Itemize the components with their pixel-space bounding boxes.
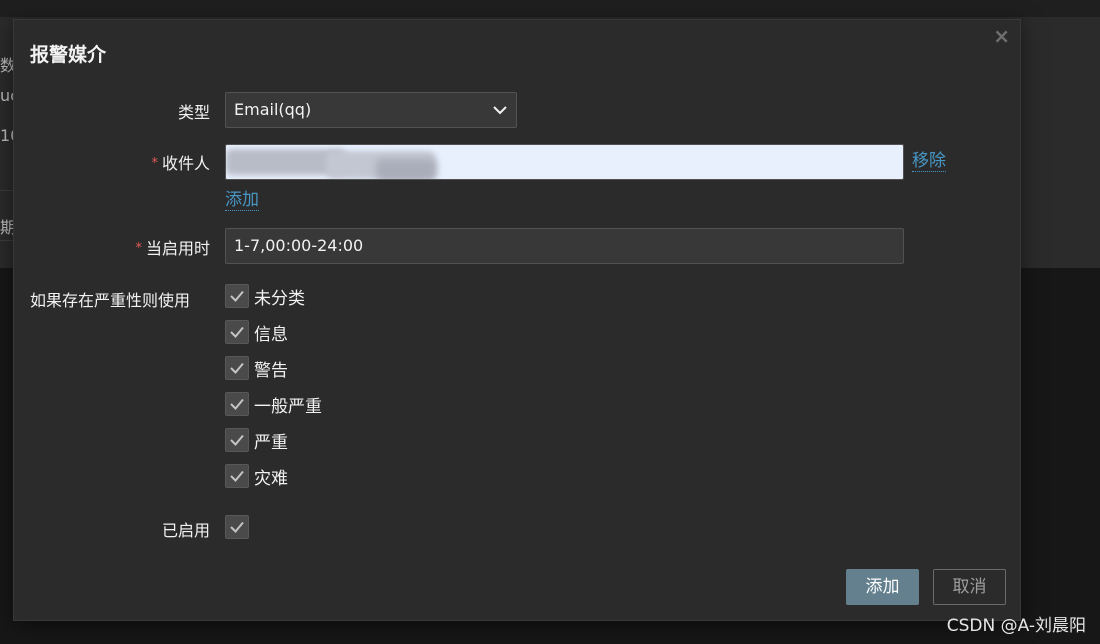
severity-option-label: 灾难 (254, 468, 288, 489)
background-divider (0, 190, 14, 191)
background-text: 10 (0, 126, 14, 145)
severity-option: 严重 (225, 428, 288, 453)
enabled-checkbox[interactable] (225, 515, 249, 539)
severity-option-label: 严重 (254, 432, 288, 453)
required-mark: * (135, 241, 142, 256)
background-text: uc (0, 86, 14, 105)
checkmark-icon (230, 434, 244, 446)
when-active-label: * 当启用时 (135, 235, 210, 259)
remove-recipient-link[interactable]: 移除 (912, 151, 946, 172)
background-header (0, 0, 1100, 18)
enabled-option (225, 515, 249, 539)
chevron-down-icon (493, 106, 507, 115)
checkmark-icon (230, 398, 244, 410)
type-select-value: Email(qq) (234, 100, 312, 119)
dialog-title: 报警媒介 (30, 44, 107, 66)
media-dialog: 报警媒介 × 类型 Email(qq) * 收件人 移除 添加 * 当启用时 1-7… (13, 19, 1021, 621)
background-text: 数 (0, 56, 14, 75)
when-active-label-text: 当启用时 (145, 239, 210, 258)
severity-checkbox[interactable] (225, 464, 249, 488)
close-button[interactable]: × (993, 26, 1010, 46)
watermark: CSDN @A-刘晨阳 (946, 616, 1086, 636)
severity-checkbox[interactable] (225, 284, 249, 308)
background-text: 期 (0, 218, 14, 237)
enabled-label: 已启用 (161, 521, 210, 540)
severity-checkbox[interactable] (225, 320, 249, 344)
severity-checkbox[interactable] (225, 392, 249, 416)
severity-option: 警告 (225, 356, 288, 381)
severity-option: 信息 (225, 320, 288, 345)
redacted-blur (376, 159, 436, 179)
type-label: 类型 (177, 103, 210, 122)
severity-checkbox[interactable] (225, 356, 249, 380)
background-divider (0, 240, 14, 241)
checkmark-icon (230, 290, 244, 302)
checkmark-icon (230, 470, 244, 482)
cancel-button[interactable]: 取消 (933, 569, 1006, 605)
checkmark-icon (230, 521, 244, 533)
when-active-input[interactable]: 1-7,00:00-24:00 (225, 228, 904, 264)
severity-option: 灾难 (225, 464, 288, 489)
severity-option-label: 信息 (254, 324, 288, 345)
severity-option: 未分类 (225, 284, 305, 309)
required-mark: * (151, 156, 158, 171)
recipient-input[interactable] (225, 144, 904, 180)
add-button[interactable]: 添加 (846, 569, 919, 605)
recipient-label-text: 收件人 (161, 154, 210, 173)
severity-label: 如果存在严重性则使用 (30, 291, 191, 310)
type-select[interactable]: Email(qq) (225, 92, 517, 128)
add-recipient-link[interactable]: 添加 (225, 190, 259, 211)
checkmark-icon (230, 326, 244, 338)
severity-option-label: 警告 (254, 360, 288, 381)
severity-option-label: 未分类 (254, 288, 305, 309)
checkmark-icon (230, 362, 244, 374)
severity-option: 一般严重 (225, 392, 322, 417)
recipient-label: * 收件人 (151, 150, 210, 174)
severity-checkbox[interactable] (225, 428, 249, 452)
severity-option-label: 一般严重 (254, 396, 322, 417)
